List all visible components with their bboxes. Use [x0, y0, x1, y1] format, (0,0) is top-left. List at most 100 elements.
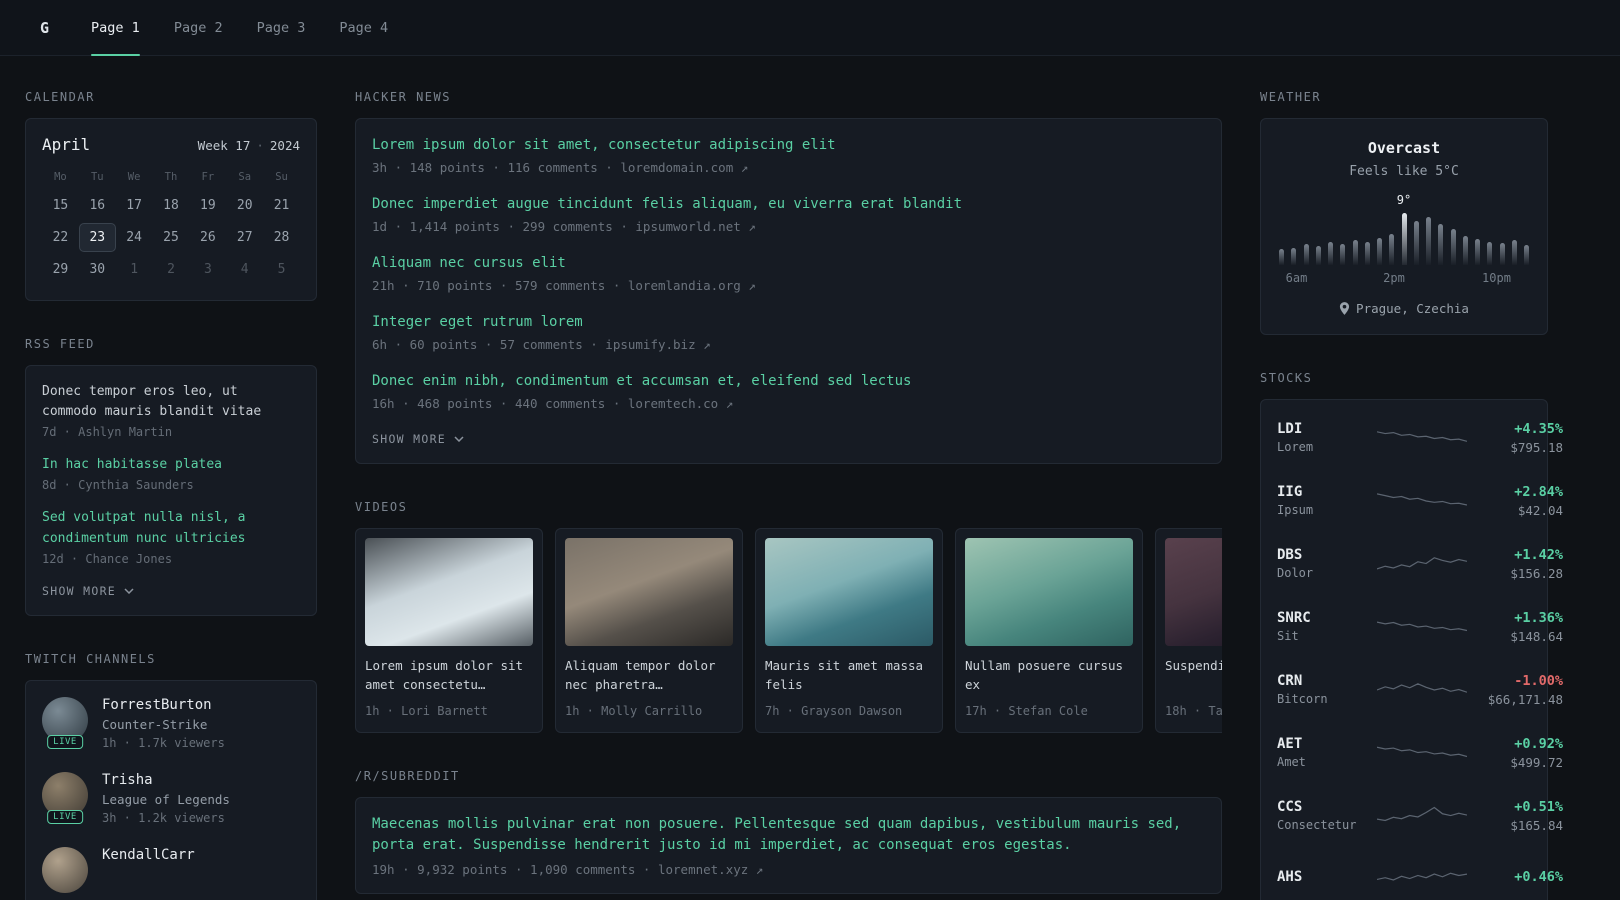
rss-item-meta: 7d · Ashlyn Martin [42, 425, 173, 440]
video-title[interactable]: Aliquam tempor dolor nec pharetra… [565, 657, 733, 695]
news-item: Aliquam nec cursus elit 21h · 710 points… [372, 253, 1205, 293]
hackernews-widget: HACKER NEWS Lorem ipsum dolor sit amet, … [355, 90, 1222, 464]
stock-change: +0.46% [1514, 869, 1563, 885]
stock-sparkline [1377, 806, 1467, 821]
news-item-link[interactable]: Aliquam nec cursus elit [372, 253, 1205, 274]
stock-sparkline [1377, 746, 1467, 757]
right-column: WEATHER Overcast Feels like 5°C 9° 6am 2p… [1260, 90, 1563, 900]
news-item: Integer eget rutrum lorem 6h · 60 points… [372, 312, 1205, 352]
stock-row[interactable]: LDI Lorem +4.35% $795.18 [1277, 406, 1563, 469]
news-item-link[interactable]: Integer eget rutrum lorem [372, 312, 1205, 333]
tab-page-1[interactable]: Page 1 [91, 0, 140, 56]
weather-bar [1475, 239, 1480, 265]
news-item: Donec enim nibh, condimentum et accumsan… [372, 371, 1205, 411]
video-card[interactable]: Lorem ipsum dolor sit amet consectetu… 1… [355, 528, 543, 733]
rss-item-link[interactable]: Sed volutpat nulla nisl, a condimentum n… [42, 508, 300, 548]
stock-row[interactable]: CRN Bitcorn -1.00% $66,171.48 [1277, 658, 1563, 721]
calendar-day: 15 [52, 198, 69, 213]
video-thumbnail[interactable] [1165, 538, 1222, 646]
stock-name: Bitcorn [1277, 692, 1328, 706]
weather-time-axis: 6am 2pm 10pm [1279, 271, 1529, 287]
stock-row[interactable]: CCS Consectetur +0.51% $165.84 [1277, 784, 1563, 847]
channel-meta: 3h · 1.2k viewers [102, 810, 225, 825]
video-title[interactable]: Suspendisse diam [1165, 657, 1222, 695]
stock-sparkline [1377, 430, 1467, 442]
dashboard-content: CALENDAR April Week 17 · 2024 Mo Tu We Th Fr Sa… [0, 56, 1620, 900]
rss-item-link[interactable]: Donec tempor eros leo, ut commodo mauris… [42, 382, 300, 422]
hackernews-show-more-button[interactable]: SHOW MORE [372, 430, 464, 446]
tab-page-4[interactable]: Page 4 [339, 0, 388, 55]
weather-bar [1524, 245, 1529, 265]
map-pin-icon [1339, 302, 1350, 315]
middle-column: HACKER NEWS Lorem ipsum dolor sit amet, … [355, 90, 1222, 900]
twitch-channel[interactable]: KendallCarr [42, 846, 300, 893]
weather-bar [1328, 242, 1333, 265]
video-title[interactable]: Nullam posuere cursus ex [965, 657, 1133, 695]
stock-name: Ipsum [1277, 503, 1314, 517]
channel-game: Counter-Strike [102, 716, 208, 732]
channel-name[interactable]: Trisha [102, 772, 230, 788]
stock-name: Dolor [1277, 566, 1314, 580]
weather-bar [1340, 244, 1346, 265]
video-card[interactable]: Aliquam tempor dolor nec pharetra… 1h · … [555, 528, 743, 733]
video-thumbnail[interactable] [565, 538, 733, 646]
rss-show-more-button[interactable]: SHOW MORE [42, 582, 134, 598]
channel-name[interactable]: ForrestBurton [102, 697, 225, 713]
news-item-link[interactable]: Donec imperdiet augue tincidunt felis al… [372, 194, 1205, 215]
weather-feels-like: Feels like 5°C [1349, 164, 1459, 179]
stock-price: $165.84 [1510, 817, 1563, 833]
stock-symbol: LDI [1277, 421, 1303, 437]
video-thumbnail[interactable] [965, 538, 1133, 646]
channel-name[interactable]: KendallCarr [102, 847, 195, 863]
weather-bar [1499, 243, 1505, 265]
weather-bar [1291, 248, 1297, 265]
twitch-card: LIVE ForrestBurton Counter-Strike 1h · 1… [25, 679, 317, 900]
video-thumbnail[interactable] [365, 538, 533, 646]
stock-row[interactable]: SNRC Sit +1.36% $148.64 [1277, 595, 1563, 658]
news-item-meta: 1d · 1,414 points · 299 comments · ipsum… [372, 219, 756, 234]
weather-temp-label: 9° [1396, 193, 1412, 207]
calendar-day: 29 [52, 262, 69, 277]
news-item-link[interactable]: Donec enim nibh, condimentum et accumsan… [372, 371, 1205, 392]
stock-price: $148.64 [1510, 628, 1563, 644]
stock-row[interactable]: DBS Dolor +1.42% $156.28 [1277, 532, 1563, 595]
calendar-card: April Week 17 · 2024 Mo Tu We Th Fr Sa Su 15 16 17 1… [25, 118, 317, 301]
reddit-post: Maecenas mollis pulvinar erat non posuer… [372, 814, 1205, 877]
weather-bar [1364, 242, 1370, 265]
stock-row[interactable]: IIG Ipsum +2.84% $42.04 [1277, 469, 1563, 532]
app-logo[interactable]: G [40, 19, 49, 37]
stock-sparkline [1377, 556, 1467, 569]
tab-page-3[interactable]: Page 3 [257, 0, 306, 55]
rss-item-link[interactable]: In hac habitasse platea [42, 455, 300, 475]
stock-name: Amet [1277, 755, 1306, 769]
calendar-day-header: Sa [238, 171, 252, 183]
channel-meta: 1h · 1.7k viewers [102, 735, 225, 750]
calendar-day: 28 [273, 230, 290, 245]
hackernews-card: Lorem ipsum dolor sit amet, consectetur … [355, 118, 1222, 464]
calendar-week-year: Week 17 · 2024 [197, 138, 300, 153]
weather-bar [1462, 236, 1468, 265]
twitch-channel[interactable]: LIVE ForrestBurton Counter-Strike 1h · 1… [42, 696, 300, 750]
stock-row[interactable]: AHS +0.46% [1277, 847, 1563, 900]
calendar-widget: CALENDAR April Week 17 · 2024 Mo Tu We Th Fr Sa… [25, 90, 317, 301]
tab-page-2[interactable]: Page 2 [174, 0, 223, 55]
stock-row[interactable]: AET Amet +0.92% $499.72 [1277, 721, 1563, 784]
video-card[interactable]: Nullam posuere cursus ex 17h · Stefan Co… [955, 528, 1143, 733]
stock-change: +1.36% [1514, 609, 1563, 626]
rss-card: Donec tempor eros leo, ut commodo mauris… [25, 365, 317, 616]
video-card[interactable]: Mauris sit amet massa felis 7h · Grayson… [755, 528, 943, 733]
video-title[interactable]: Mauris sit amet massa felis [765, 657, 933, 695]
weather-condition: Overcast [1367, 139, 1441, 157]
video-thumbnail[interactable] [765, 538, 933, 646]
calendar-day: 16 [89, 198, 106, 213]
avatar [42, 846, 88, 893]
video-card[interactable]: Suspendisse diam 18h · Tara [1155, 528, 1222, 733]
reddit-post-link[interactable]: Maecenas mollis pulvinar erat non posuer… [372, 814, 1205, 856]
stock-price: $499.72 [1510, 754, 1563, 770]
news-item-link[interactable]: Lorem ipsum dolor sit amet, consectetur … [372, 135, 1205, 156]
calendar-day: 17 [126, 198, 142, 213]
twitch-channel[interactable]: LIVE Trisha League of Legends 3h · 1.2k … [42, 771, 300, 825]
video-title[interactable]: Lorem ipsum dolor sit amet consectetu… [365, 657, 533, 695]
calendar-day-header: Th [164, 171, 178, 183]
avatar-wrap: LIVE [42, 696, 88, 749]
